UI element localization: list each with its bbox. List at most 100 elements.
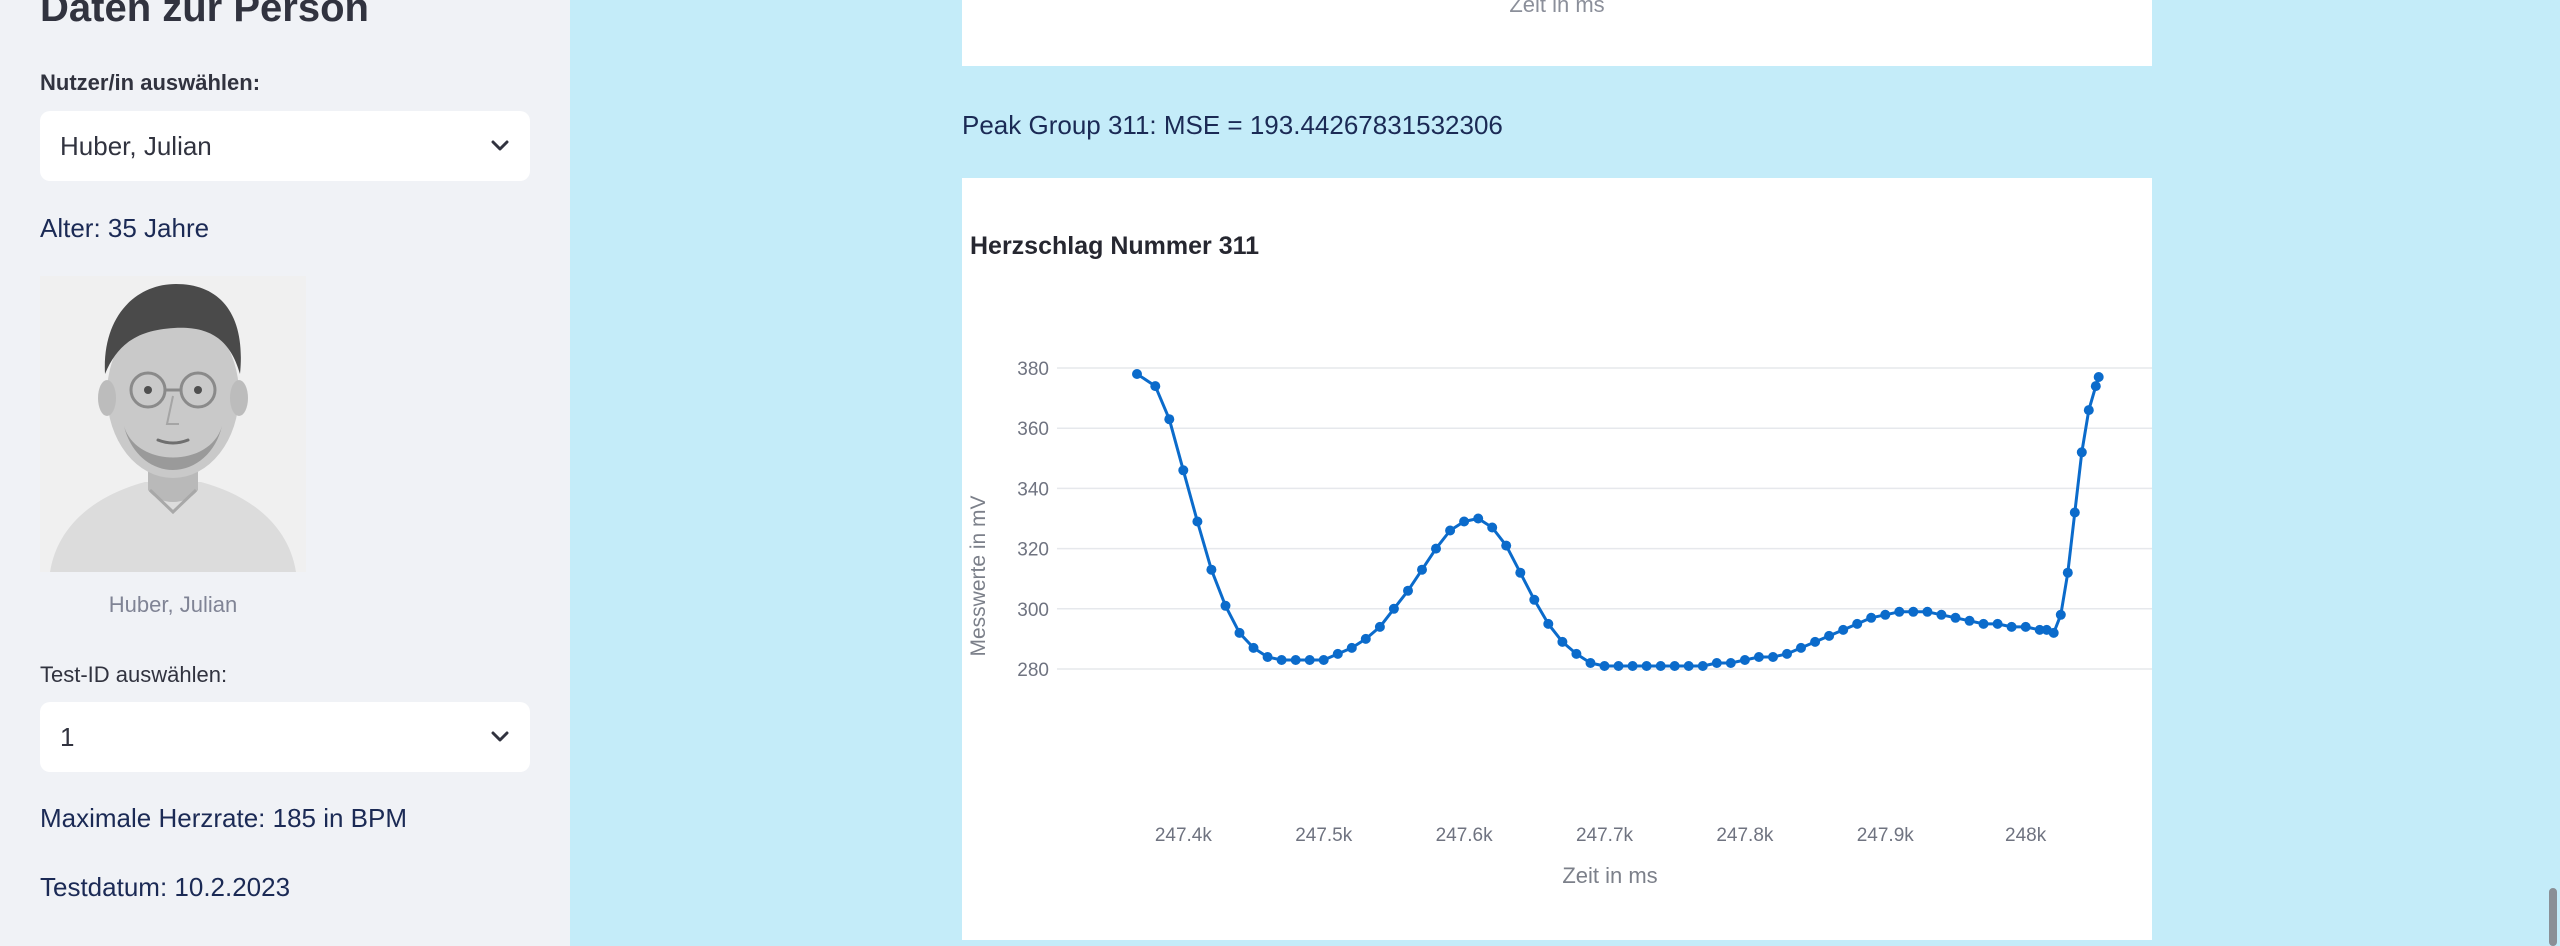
- data-point[interactable]: [1192, 516, 1203, 527]
- avatar-caption: Huber, Julian: [108, 592, 238, 617]
- data-point[interactable]: [1290, 655, 1301, 665]
- data-point[interactable]: [1950, 612, 1961, 623]
- data-point[interactable]: [1585, 658, 1596, 668]
- data-point[interactable]: [1838, 624, 1849, 635]
- data-point[interactable]: [1501, 540, 1512, 551]
- data-point[interactable]: [1711, 658, 1722, 668]
- data-point[interactable]: [1655, 661, 1666, 671]
- data-point[interactable]: [1669, 661, 1680, 671]
- data-point[interactable]: [1248, 642, 1259, 653]
- data-point[interactable]: [1936, 609, 1947, 620]
- data-point[interactable]: [1894, 606, 1905, 617]
- x-axis-title: Zeit in ms: [1562, 863, 1657, 888]
- data-point[interactable]: [1529, 594, 1540, 605]
- data-point[interactable]: [1964, 615, 1975, 626]
- data-point[interactable]: [1220, 600, 1231, 611]
- data-point[interactable]: [1627, 661, 1638, 671]
- data-point[interactable]: [1132, 369, 1142, 379]
- data-point[interactable]: [1318, 655, 1329, 665]
- data-point[interactable]: [1515, 567, 1526, 578]
- user-select[interactable]: Huber, Julian: [40, 111, 530, 181]
- data-point[interactable]: [1543, 618, 1554, 629]
- test-date-text: Testdatum: 10.2.2023: [40, 872, 291, 902]
- data-point[interactable]: [1796, 642, 1806, 653]
- page-scrollbar-thumb[interactable]: [2549, 888, 2557, 946]
- sidebar-heading: Daten zur Person: [40, 0, 369, 30]
- data-point[interactable]: [1388, 603, 1399, 614]
- data-point[interactable]: [1150, 381, 1161, 392]
- data-point[interactable]: [2090, 381, 2101, 392]
- data-point[interactable]: [1571, 648, 1582, 659]
- y-tick-label: 320: [1017, 540, 1049, 561]
- data-point[interactable]: [1431, 543, 1441, 554]
- data-point[interactable]: [1164, 414, 1175, 425]
- x-tick-label: 247.8k: [1716, 825, 1774, 846]
- x-tick-label: 247.4k: [1155, 825, 1213, 846]
- user-select-label: Nutzer/in auswählen:: [40, 70, 261, 95]
- data-point[interactable]: [1557, 636, 1568, 647]
- data-point[interactable]: [1445, 525, 1456, 536]
- data-point[interactable]: [1374, 621, 1385, 632]
- data-point[interactable]: [1304, 655, 1315, 665]
- data-point[interactable]: [1234, 627, 1245, 638]
- data-point[interactable]: [1683, 661, 1694, 671]
- data-point[interactable]: [1403, 585, 1413, 596]
- max-heart-rate-text: Maximale Herzrate: 185 in BPM: [40, 803, 408, 833]
- data-point[interactable]: [2055, 609, 2066, 620]
- data-point[interactable]: [1739, 655, 1750, 665]
- data-point[interactable]: [1346, 642, 1357, 653]
- data-point[interactable]: [1978, 618, 1989, 629]
- series-heartbeat: [1132, 369, 2104, 671]
- x-axis-ticks: 247.4k 247.5k 247.6k 247.7k 247.8k 247.9k 248k: [1155, 825, 2047, 846]
- x-tick-label: 247.5k: [1295, 825, 1353, 846]
- y-tick-label: 360: [1017, 419, 1049, 440]
- chevron-down-icon: [490, 731, 510, 743]
- data-point[interactable]: [1641, 661, 1652, 671]
- data-point[interactable]: [2076, 447, 2087, 458]
- data-point[interactable]: [1824, 630, 1835, 641]
- data-point[interactable]: [1810, 636, 1821, 647]
- chart-title: Herzschlag Nummer 311: [970, 232, 1259, 260]
- data-point[interactable]: [1360, 633, 1371, 644]
- data-point[interactable]: [1725, 658, 1736, 668]
- data-point[interactable]: [1178, 465, 1189, 476]
- test-id-select[interactable]: 1: [40, 702, 530, 772]
- data-point[interactable]: [1697, 661, 1708, 671]
- data-point[interactable]: [2006, 621, 2017, 632]
- previous-chart-x-axis-title: Zeit in ms: [1509, 0, 1605, 17]
- data-point[interactable]: [1262, 652, 1273, 662]
- data-point[interactable]: [1880, 609, 1891, 620]
- data-point[interactable]: [1922, 606, 1933, 617]
- test-id-select-value: 1: [60, 721, 75, 752]
- y-axis-ticks: 280 300 320 340 360 380: [1017, 359, 1049, 681]
- data-point[interactable]: [1599, 661, 1610, 671]
- data-point[interactable]: [1459, 516, 1470, 527]
- data-point[interactable]: [1866, 612, 1877, 623]
- data-point[interactable]: [1473, 513, 1484, 524]
- data-point[interactable]: [2020, 621, 2031, 632]
- data-point[interactable]: [1417, 564, 1427, 575]
- data-point[interactable]: [1908, 606, 1919, 617]
- data-point[interactable]: [1206, 564, 1217, 575]
- data-point[interactable]: [2069, 507, 2080, 518]
- heartbeat-chart[interactable]: Herzschlag Nummer 311 280 300 320 340 360 380…: [962, 178, 2152, 940]
- data-point[interactable]: [2093, 372, 2104, 382]
- data-point[interactable]: [1276, 655, 1287, 665]
- previous-chart-card: Zeit in ms: [962, 0, 2152, 66]
- data-point[interactable]: [1768, 652, 1778, 662]
- data-point[interactable]: [1332, 648, 1343, 659]
- data-point[interactable]: [1852, 618, 1863, 629]
- data-point[interactable]: [1992, 618, 2003, 629]
- data-point[interactable]: [2062, 567, 2073, 578]
- test-select-label: Test-ID auswählen:: [40, 662, 228, 687]
- x-tick-label: 248k: [2005, 825, 2047, 846]
- data-point[interactable]: [2083, 405, 2094, 416]
- data-point[interactable]: [1613, 661, 1624, 671]
- y-tick-label: 280: [1017, 660, 1049, 681]
- data-point[interactable]: [1753, 652, 1764, 662]
- peak-group-mse-text: Peak Group 311: MSE = 193.44267831532306: [962, 110, 1503, 140]
- data-point[interactable]: [1487, 522, 1498, 533]
- data-point[interactable]: [2048, 627, 2059, 638]
- x-tick-label: 247.6k: [1436, 825, 1494, 846]
- data-point[interactable]: [1782, 648, 1792, 659]
